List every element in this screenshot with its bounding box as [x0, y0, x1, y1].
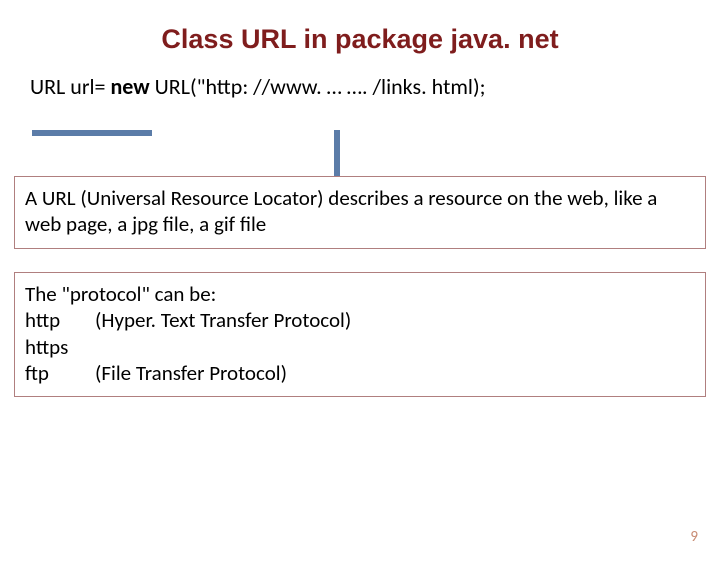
underline-bar-icon [32, 130, 152, 136]
connector-bar-icon [334, 130, 340, 176]
protocol-name: http [25, 307, 95, 333]
protocol-row: https [25, 334, 695, 360]
protocol-desc: (File Transfer Protocol) [95, 360, 287, 386]
protocol-name: ftp [25, 360, 95, 386]
protocol-desc: (Hyper. Text Transfer Protocol) [95, 307, 351, 333]
slide-title: Class URL in package java. net [0, 24, 720, 55]
protocol-name: https [25, 334, 95, 360]
code-prefix: URL url= [30, 73, 111, 100]
protocol-row: ftp(File Transfer Protocol) [25, 360, 695, 386]
protocol-heading: The "protocol" can be: [25, 281, 695, 307]
protocol-box: The "protocol" can be: http(Hyper. Text … [14, 272, 706, 397]
code-keyword: new [111, 73, 150, 100]
page-number: 9 [690, 528, 698, 546]
code-line: URL url= new URL("http: //www. … …. /lin… [30, 73, 720, 100]
code-suffix: URL("http: //www. … …. /links. html); [150, 73, 486, 100]
protocol-row: http(Hyper. Text Transfer Protocol) [25, 307, 695, 333]
description-box: A URL (Universal Resource Locator) descr… [14, 176, 706, 249]
